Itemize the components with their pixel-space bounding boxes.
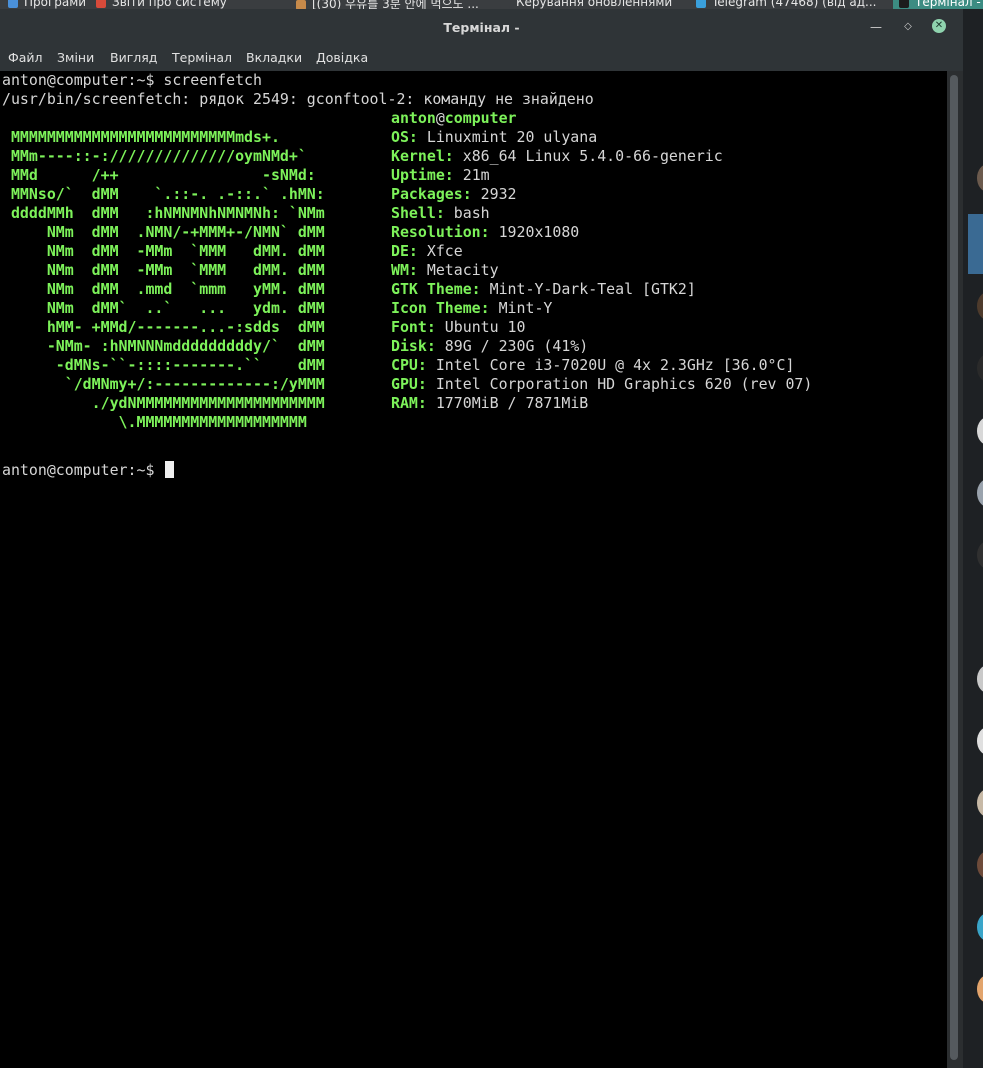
ascii-art-line: `/dMNmy+/:-------------:/yMMM <box>2 375 325 393</box>
info-row-de: DE: Xfce <box>391 242 463 260</box>
terminal-icon <box>899 0 909 8</box>
info-row-ram: RAM: 1770MiB / 7871MiB <box>391 394 589 412</box>
background-app-edge <box>963 9 983 1068</box>
info-row-icon-theme: Icon Theme: Mint-Y <box>391 299 553 317</box>
menu-bar: Файл Зміни Вигляд Термінал Вкладки Довід… <box>0 47 963 71</box>
ascii-art-line: MMd /++ -sNMd: <box>2 166 316 184</box>
ascii-art-line: MMNso/` dMM `.::-. .-::.` .hMN: <box>2 185 325 203</box>
taskbar-item-update-manager[interactable]: Керування оновленнями <box>500 0 686 9</box>
info-row-resolution: Resolution: 1920x1080 <box>391 223 580 241</box>
telegram-icon <box>696 0 706 8</box>
taskbar-item-terminal[interactable]: Термінал - <box>893 0 983 9</box>
text-cursor <box>165 461 175 478</box>
taskbar: Програми Звіти про систему [(30) 우유를 3분 … <box>0 0 983 9</box>
info-row-disk: Disk: 89G / 230G (41%) <box>391 337 589 355</box>
info-user: anton <box>391 109 436 127</box>
avatar <box>977 789 983 817</box>
info-row-cpu: CPU: Intel Core i3-7020U @ 4x 2.3GHz [36… <box>391 356 795 374</box>
terminal-window: Термінал - — ◇ ✕ Файл Зміни Вигляд Термі… <box>0 9 963 1068</box>
info-row-wm: WM: Metacity <box>391 261 499 279</box>
ascii-art-line: NMm dMM -MMm `MMM dMM. dMM <box>2 242 325 260</box>
command-line: anton@computer:~$ screenfetch <box>2 71 262 89</box>
info-row-packages: Packages: 2932 <box>391 185 517 203</box>
avatar <box>977 851 983 879</box>
avatar <box>977 913 983 941</box>
app-icon <box>8 0 18 8</box>
scrollbar-thumb[interactable] <box>950 75 958 1060</box>
menu-terminal[interactable]: Термінал <box>172 50 232 65</box>
ascii-art-line: NMm dMM -MMm `MMM dMM. dMM <box>2 261 325 279</box>
taskbar-item-browser[interactable]: [(30) 우유를 3분 안에 먹으도 ... <box>296 0 492 9</box>
taskbar-item-programs[interactable]: Програми <box>8 0 88 9</box>
terminal-output[interactable]: anton@computer:~$ screenfetch /usr/bin/s… <box>0 71 947 1068</box>
taskbar-item-system-reports[interactable]: Звіти про систему <box>96 0 276 9</box>
ascii-art-line: NMm dMM .mmd `mmm yMM. dMM <box>2 280 325 298</box>
minimize-button[interactable]: — <box>868 19 884 35</box>
info-row-gpu: GPU: Intel Corporation HD Graphics 620 (… <box>391 375 813 393</box>
info-at: @ <box>435 109 445 127</box>
avatar <box>977 479 983 507</box>
ascii-art-line: MMMMMMMMMMMMMMMMMMMMMMMMMmds+. <box>2 128 280 146</box>
ascii-art-line: NMm dMM .NMN/-+MMM+-/NMN` dMM <box>2 223 325 241</box>
info-row-gtk-theme: GTK Theme: Mint-Y-Dark-Teal [GTK2] <box>391 280 696 298</box>
ascii-art-line: MMm----::-://////////////oymNMd+` <box>2 147 307 165</box>
selected-chat-highlight <box>968 214 983 274</box>
info-row-uptime: Uptime: 21m <box>391 166 490 184</box>
scrollbar[interactable] <box>947 71 963 1068</box>
info-row-os: OS: Linuxmint 20 ulyana <box>391 128 598 146</box>
avatar <box>977 975 983 1003</box>
ascii-art-line: -dMNs-``-::::-------.`` dMM <box>2 356 325 374</box>
avatar <box>977 417 983 445</box>
ascii-art-line: \.MMMMMMMMMMMMMMMMMMM <box>2 413 307 431</box>
ascii-art-line: NMm dMM` ..` ... ydm. dMM <box>2 299 325 317</box>
error-line: /usr/bin/screenfetch: рядок 2549: gconft… <box>2 90 594 108</box>
prompt-line[interactable]: anton@computer:~$ <box>2 461 175 480</box>
window-title: Термінал - <box>443 20 520 35</box>
avatar <box>977 665 983 693</box>
menu-tabs[interactable]: Вкладки <box>246 50 302 65</box>
browser-icon <box>296 0 306 9</box>
update-icon <box>500 0 510 8</box>
info-row-font: Font: Ubuntu 10 <box>391 318 526 336</box>
ascii-art-line: -NMm- :hNMNNNmdddddddddy/` dMM <box>2 337 325 355</box>
taskbar-item-telegram[interactable]: Telegram (47468) (від ад... <box>696 0 886 9</box>
avatar <box>977 354 983 382</box>
report-icon <box>96 0 106 8</box>
maximize-button[interactable]: ◇ <box>900 19 916 35</box>
avatar <box>977 541 983 569</box>
ascii-art-line: ./ydNMMMMMMMMMMMMMMMMMMMMM <box>2 394 325 412</box>
menu-view[interactable]: Вигляд <box>110 50 157 65</box>
avatar <box>977 164 983 192</box>
menu-help[interactable]: Довідка <box>316 50 368 65</box>
title-bar[interactable]: Термінал - — ◇ ✕ <box>0 9 963 47</box>
menu-file[interactable]: Файл <box>8 50 43 65</box>
ascii-art-line: hMM- +MMd/-------...-:sdds dMM <box>2 318 325 336</box>
prompt: anton@computer:~$ <box>2 461 164 479</box>
info-row-shell: Shell: bash <box>391 204 490 222</box>
menu-edit[interactable]: Зміни <box>57 50 94 65</box>
avatar <box>977 292 983 320</box>
close-button[interactable]: ✕ <box>932 19 946 33</box>
user-host-line: anton@computer <box>391 109 517 128</box>
info-row-kernel: Kernel: x86_64 Linux 5.4.0-66-generic <box>391 147 723 165</box>
info-host: computer <box>444 109 517 127</box>
ascii-art-line: ddddMMh dMM :hNMNMNhNMNMNh: `NMm <box>2 204 325 222</box>
avatar <box>977 727 983 755</box>
